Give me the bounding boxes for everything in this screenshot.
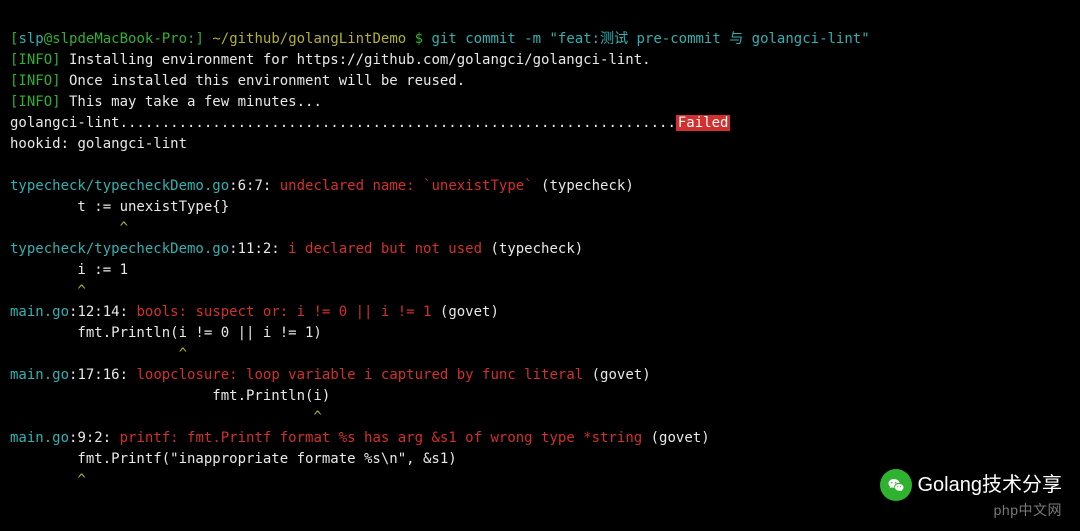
info-line-2: [INFO] Once installed this environment w… — [10, 71, 1070, 92]
info-tag: [INFO] — [10, 52, 61, 68]
info-line-1: [INFO] Installing environment for https:… — [10, 50, 1070, 71]
prompt-bracket-close: ] — [195, 31, 203, 47]
error-code-line: i := 1 — [10, 260, 1070, 281]
error-suffix: (typecheck) — [482, 241, 583, 257]
error-loc: :12:14: — [69, 304, 128, 320]
error-suffix: (govet) — [583, 367, 650, 383]
error-loc: :11:2: — [229, 241, 280, 257]
lint-error-header: main.go:9:2: printf: fmt.Printf format %… — [10, 428, 1070, 449]
info-tag: [INFO] — [10, 73, 61, 89]
error-file: typecheck/typecheckDemo.go — [10, 178, 229, 194]
error-msg: undeclared name: `unexistType` — [271, 178, 532, 194]
error-file: typecheck/typecheckDemo.go — [10, 241, 229, 257]
hook-id-line: hookid: golangci-lint — [10, 134, 1070, 155]
prompt-command: git commit -m "feat:测试 pre-commit 与 gola… — [423, 31, 870, 47]
lint-error-header: main.go:12:14: bools: suspect or: i != 0… — [10, 302, 1070, 323]
error-code-line: fmt.Println(i) — [10, 386, 1070, 407]
error-caret-line: ^ — [10, 218, 1070, 239]
error-loc: :6:7: — [229, 178, 271, 194]
terminal-prompt-line: [slp@slpdeMacBook-Pro:] ~/github/golangL… — [10, 8, 1070, 50]
hook-id-label: hookid: — [10, 136, 77, 152]
wechat-icon — [880, 469, 912, 501]
error-caret-line: ^ — [10, 344, 1070, 365]
error-msg: printf: fmt.Printf format %s has arg &s1… — [111, 430, 642, 446]
info-line-3: [INFO] This may take a few minutes... — [10, 92, 1070, 113]
lint-error-header: typecheck/typecheckDemo.go:6:7: undeclar… — [10, 176, 1070, 197]
hook-id-value: golangci-lint — [77, 136, 187, 152]
hook-dots: ........................................… — [120, 115, 676, 131]
prompt-dollar: $ — [415, 31, 423, 47]
error-file: main.go — [10, 367, 69, 383]
hook-result-line: golangci-lint...........................… — [10, 113, 1070, 134]
watermark-text: Golang技术分享 — [918, 470, 1063, 500]
prompt-at: @ — [44, 31, 52, 47]
error-file: main.go — [10, 304, 69, 320]
lint-error-header: typecheck/typecheckDemo.go:11:2: i decla… — [10, 239, 1070, 260]
hook-name: golangci-lint — [10, 115, 120, 131]
error-suffix: (govet) — [642, 430, 709, 446]
lint-error-header: main.go:17:16: loopclosure: loop variabl… — [10, 365, 1070, 386]
watermark-brand: Golang技术分享 — [880, 469, 1063, 501]
error-caret-line: ^ — [10, 281, 1070, 302]
error-msg: i declared but not used — [280, 241, 482, 257]
prompt-host: slpdeMacBook-Pro: — [52, 31, 195, 47]
watermark-phpcn: php中文网 — [994, 500, 1062, 521]
error-msg: bools: suspect or: i != 0 || i != 1 — [128, 304, 431, 320]
blank-line — [10, 155, 1070, 176]
hook-status-failed: Failed — [676, 115, 731, 131]
info-text-3: This may take a few minutes... — [61, 94, 322, 110]
error-code-line: t := unexistType{} — [10, 197, 1070, 218]
error-code-line: fmt.Println(i != 0 || i != 1) — [10, 323, 1070, 344]
info-text-1: Installing environment for https://githu… — [61, 52, 651, 68]
error-loc: :9:2: — [69, 430, 111, 446]
error-loc: :17:16: — [69, 367, 128, 383]
info-tag: [INFO] — [10, 94, 61, 110]
error-code-line: fmt.Printf("inappropriate formate %s\n",… — [10, 449, 1070, 470]
error-suffix: (typecheck) — [533, 178, 634, 194]
info-text-2: Once installed this environment will be … — [61, 73, 466, 89]
error-suffix: (govet) — [431, 304, 498, 320]
error-msg: loopclosure: loop variable i captured by… — [128, 367, 583, 383]
prompt-cwd: ~/github/golangLintDemo — [204, 31, 415, 47]
error-caret-line: ^ — [10, 407, 1070, 428]
error-file: main.go — [10, 430, 69, 446]
prompt-user: slp — [18, 31, 43, 47]
